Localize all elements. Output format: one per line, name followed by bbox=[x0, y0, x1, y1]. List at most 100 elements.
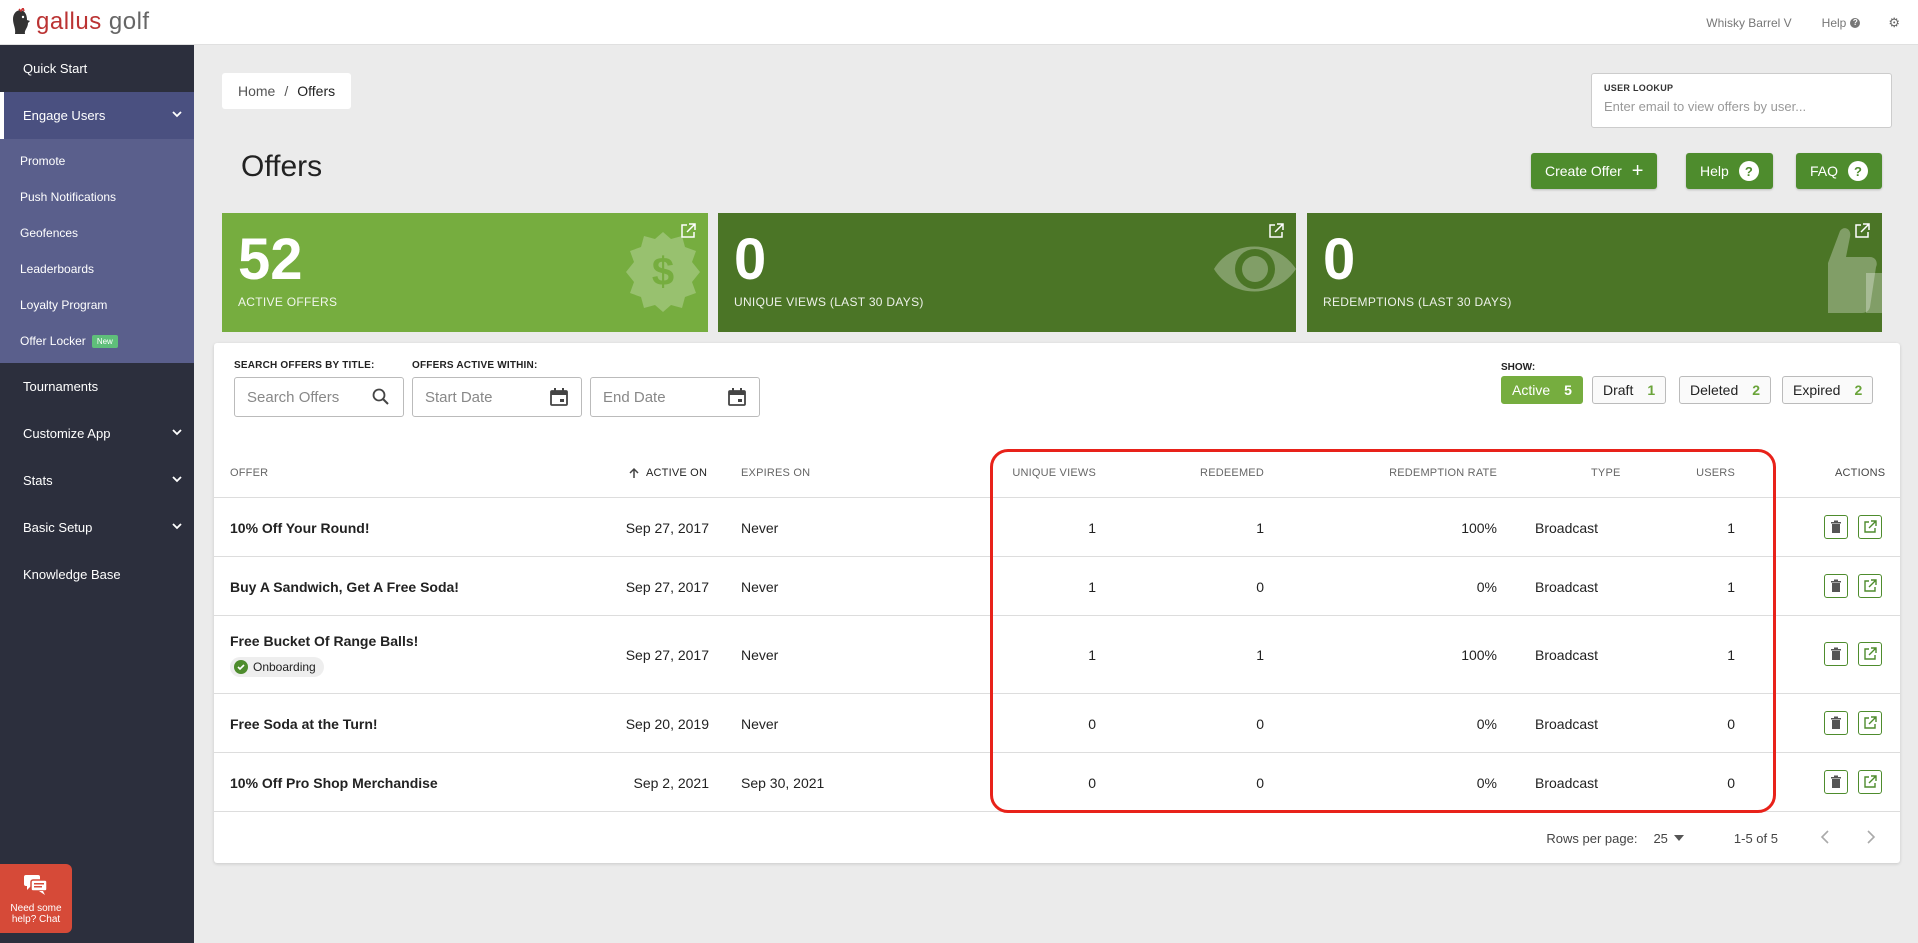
unique-views-value: 1 bbox=[1088, 579, 1096, 595]
external-link-icon[interactable] bbox=[680, 223, 696, 239]
sidebar-subitem-offer-locker[interactable]: Offer Locker New bbox=[0, 323, 194, 359]
offer-title[interactable]: Buy A Sandwich, Get A Free Soda! bbox=[230, 579, 459, 595]
show-filter-label: SHOW: bbox=[1501, 362, 1536, 373]
chip-label: Draft bbox=[1603, 382, 1634, 398]
column-header-users[interactable]: USERS bbox=[1644, 467, 1735, 479]
external-link-icon bbox=[1864, 520, 1877, 533]
sidebar-subitem-push-notifications[interactable]: Push Notifications bbox=[0, 179, 194, 215]
external-link-icon bbox=[1864, 775, 1877, 788]
redemption-rate-value: 100% bbox=[1461, 520, 1497, 536]
chat-widget[interactable]: Need some help? Chat bbox=[0, 864, 72, 933]
column-header-offer[interactable]: OFFER bbox=[230, 467, 268, 479]
column-header-redemption-rate[interactable]: REDEMPTION RATE bbox=[1314, 467, 1497, 479]
dollar-badge-icon: $ bbox=[626, 232, 700, 312]
create-offer-button[interactable]: Create Offer + bbox=[1531, 153, 1658, 189]
end-date-input[interactable]: End Date bbox=[590, 377, 760, 417]
table-row[interactable]: Free Soda at the Turn! Sep 20, 2019 Neve… bbox=[214, 694, 1900, 753]
previous-page-button[interactable] bbox=[1820, 828, 1830, 849]
column-header-actions: ACTIONS bbox=[1835, 467, 1886, 479]
question-icon: ? bbox=[1848, 161, 1869, 181]
active-on-value: Sep 27, 2017 bbox=[625, 520, 709, 536]
rows-per-page-select[interactable]: 25 bbox=[1653, 831, 1684, 846]
breadcrumb-current: Offers bbox=[297, 83, 336, 99]
external-link-icon[interactable] bbox=[1854, 223, 1870, 239]
breadcrumb-home[interactable]: Home bbox=[238, 83, 275, 99]
filter-chip-expired[interactable]: Expired 2 bbox=[1782, 376, 1874, 404]
sidebar-subitem-leaderboards[interactable]: Leaderboards bbox=[0, 251, 194, 287]
next-page-button[interactable] bbox=[1866, 828, 1876, 849]
sidebar-item-label: Quick Start bbox=[23, 61, 88, 76]
offer-title[interactable]: 10% Off Pro Shop Merchandise bbox=[230, 775, 438, 791]
table-row[interactable]: Free Bucket Of Range Balls! Onboarding S… bbox=[214, 616, 1900, 694]
delete-button[interactable] bbox=[1824, 642, 1848, 666]
table-row[interactable]: 10% Off Pro Shop Merchandise Sep 2, 2021… bbox=[214, 753, 1900, 812]
trash-icon bbox=[1831, 520, 1841, 533]
sidebar-subitem-geofences[interactable]: Geofences bbox=[0, 215, 194, 251]
calendar-icon bbox=[550, 388, 568, 406]
type-value: Broadcast bbox=[1535, 716, 1599, 732]
open-offer-button[interactable] bbox=[1858, 770, 1882, 794]
filter-chip-draft[interactable]: Draft 1 bbox=[1592, 376, 1667, 404]
delete-button[interactable] bbox=[1824, 770, 1848, 794]
column-header-unique-views[interactable]: UNIQUE VIEWS bbox=[1000, 467, 1096, 479]
logo[interactable]: gallus golf bbox=[10, 8, 150, 36]
filter-chip-deleted[interactable]: Deleted 2 bbox=[1679, 376, 1772, 404]
user-menu[interactable]: Whisky Barrel V bbox=[1706, 16, 1791, 30]
sidebar-item-tournaments[interactable]: Tournaments bbox=[0, 363, 194, 410]
delete-button[interactable] bbox=[1824, 574, 1848, 598]
chip-label: Deleted bbox=[1690, 382, 1739, 398]
gear-icon[interactable]: ⚙ bbox=[1888, 15, 1900, 31]
type-value: Broadcast bbox=[1535, 520, 1599, 536]
external-link-icon[interactable] bbox=[1268, 223, 1284, 239]
open-offer-button[interactable] bbox=[1858, 574, 1882, 598]
breadcrumb: Home / Offers bbox=[222, 73, 352, 109]
table-row[interactable]: Buy A Sandwich, Get A Free Soda! Sep 27,… bbox=[214, 557, 1900, 616]
open-offer-button[interactable] bbox=[1858, 515, 1882, 539]
column-header-redeemed[interactable]: REDEEMED bbox=[1154, 467, 1264, 479]
delete-button[interactable] bbox=[1824, 515, 1848, 539]
delete-button[interactable] bbox=[1824, 711, 1848, 735]
search-offers-input[interactable]: Search Offers bbox=[234, 377, 404, 417]
sidebar-item-stats[interactable]: Stats bbox=[0, 457, 194, 504]
active-offers-card[interactable]: $ 52 ACTIVE OFFERS bbox=[222, 213, 708, 332]
sidebar-subitem-promote[interactable]: Promote bbox=[0, 143, 194, 179]
chip-count: 5 bbox=[1564, 382, 1572, 398]
column-header-active-on[interactable]: ACTIVE ON bbox=[628, 467, 707, 479]
sidebar-subitem-label: Leaderboards bbox=[20, 262, 95, 276]
page-title: Offers bbox=[241, 150, 323, 183]
faq-button[interactable]: FAQ ? bbox=[1796, 153, 1883, 189]
active-on-value: Sep 20, 2019 bbox=[625, 716, 709, 732]
offer-title[interactable]: 10% Off Your Round! bbox=[230, 520, 369, 536]
unique-views-value: 1 bbox=[1088, 520, 1096, 536]
table-row[interactable]: 10% Off Your Round! Sep 27, 2017 Never 1… bbox=[214, 498, 1900, 557]
active-on-value: Sep 27, 2017 bbox=[625, 579, 709, 595]
date-filter-label: OFFERS ACTIVE WITHIN: bbox=[412, 360, 538, 371]
redemption-rate-value: 100% bbox=[1461, 647, 1497, 663]
user-lookup-input[interactable] bbox=[1604, 99, 1879, 114]
unique-views-card[interactable]: 0 UNIQUE VIEWS (LAST 30 DAYS) bbox=[718, 213, 1296, 332]
filter-chip-active[interactable]: Active 5 bbox=[1501, 376, 1583, 404]
unique-views-value: 0 bbox=[1088, 716, 1096, 732]
chip-count: 2 bbox=[1752, 382, 1761, 398]
start-date-input[interactable]: Start Date bbox=[412, 377, 582, 417]
sidebar-item-knowledge-base[interactable]: Knowledge Base bbox=[0, 551, 194, 598]
sidebar-subitem-loyalty-program[interactable]: Loyalty Program bbox=[0, 287, 194, 323]
redemptions-card[interactable]: 0 REDEMPTIONS (LAST 30 DAYS) bbox=[1307, 213, 1882, 332]
column-header-type[interactable]: TYPE bbox=[1591, 467, 1621, 479]
help-button[interactable]: Help ? bbox=[1686, 153, 1773, 189]
open-offer-button[interactable] bbox=[1858, 711, 1882, 735]
sidebar-item-engage-users[interactable]: Engage Users bbox=[0, 92, 194, 139]
eye-icon bbox=[1214, 246, 1296, 292]
rows-per-page-label: Rows per page: bbox=[1546, 830, 1638, 846]
external-link-icon bbox=[1864, 579, 1877, 592]
offer-title[interactable]: Free Bucket Of Range Balls! bbox=[230, 633, 418, 649]
chip-label: Expired bbox=[1793, 382, 1841, 398]
type-value: Broadcast bbox=[1535, 775, 1599, 791]
sidebar-item-basic-setup[interactable]: Basic Setup bbox=[0, 504, 194, 551]
sidebar-item-quick-start[interactable]: Quick Start bbox=[0, 45, 194, 92]
sidebar-item-customize-app[interactable]: Customize App bbox=[0, 410, 194, 457]
column-header-expires-on[interactable]: EXPIRES ON bbox=[741, 467, 810, 479]
help-link[interactable]: Help ? bbox=[1822, 16, 1861, 30]
open-offer-button[interactable] bbox=[1858, 642, 1882, 666]
offer-title[interactable]: Free Soda at the Turn! bbox=[230, 716, 378, 732]
